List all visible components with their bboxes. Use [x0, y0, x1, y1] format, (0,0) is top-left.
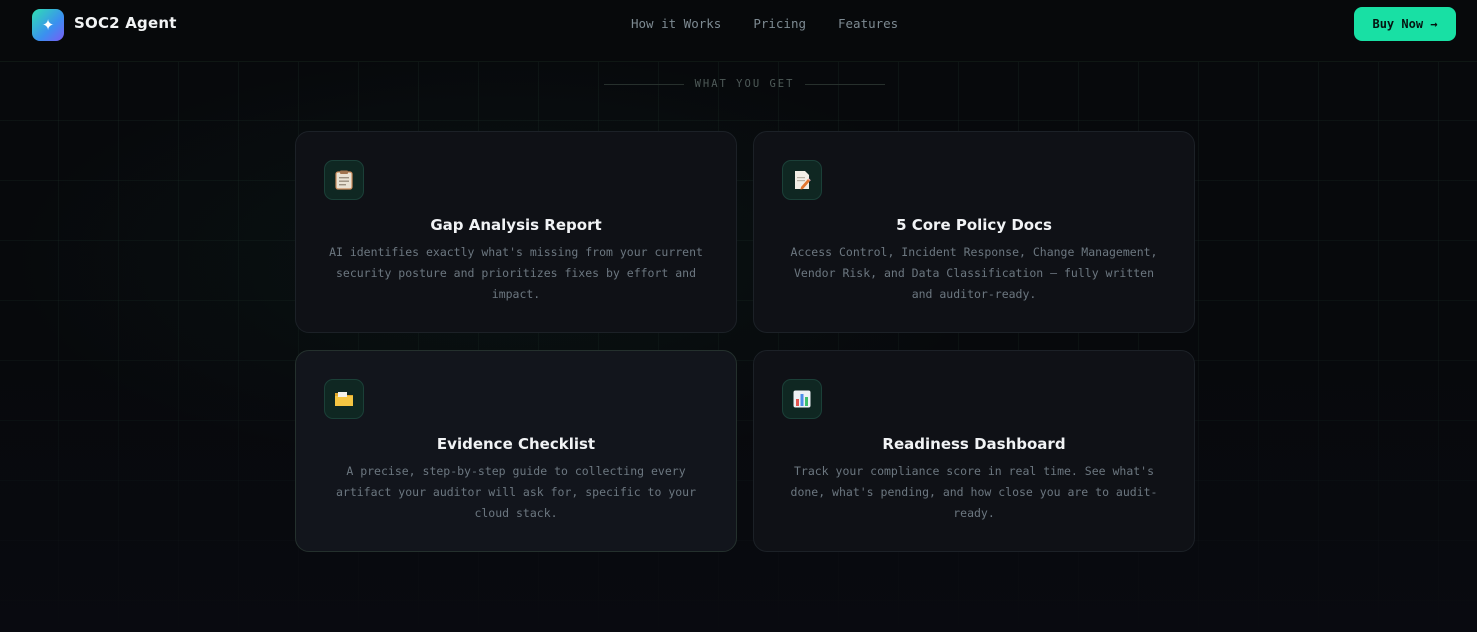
brand-name[interactable]: SOC2 Agent [74, 14, 177, 32]
nav-how-it-works[interactable]: How it Works [631, 16, 721, 31]
card-description: Access Control, Incident Response, Chang… [790, 245, 1158, 301]
card-description: Track your compliance score in real time… [790, 464, 1158, 520]
card-description: A precise, step-by-step guide to collect… [335, 464, 697, 520]
nav-features[interactable]: Features [838, 16, 898, 31]
section-label: WHAT YOU GET [694, 78, 795, 90]
card-evidence-checklist: Evidence Checklist A precise, step-by-st… [295, 350, 737, 552]
card-title: Evidence Checklist [436, 435, 596, 453]
divider-right [805, 83, 886, 85]
main-nav: How it Works Pricing Features [631, 16, 898, 31]
folder-icon [324, 379, 364, 419]
logo-icon[interactable]: ✦ [32, 9, 64, 41]
background-fade [0, 62, 1477, 632]
top-nav-bar: ✦ SOC2 Agent How it Works Pricing Featur… [0, 0, 1477, 62]
card-readiness-dashboard: Readiness Dashboard Track your complianc… [753, 350, 1195, 552]
nav-pricing[interactable]: Pricing [753, 16, 806, 31]
buy-now-button[interactable]: Buy Now → [1354, 7, 1456, 41]
memo-icon [782, 160, 822, 200]
section-heading: WHAT YOU GET [604, 77, 886, 91]
card-title: Gap Analysis Report [430, 216, 602, 234]
divider-left [604, 83, 684, 85]
clipboard-icon [324, 160, 364, 200]
bar-chart-icon [782, 379, 822, 419]
card-title: 5 Core Policy Docs [896, 216, 1052, 234]
card-gap-analysis: Gap Analysis Report AI identifies exactl… [295, 131, 737, 333]
card-policy-docs: 5 Core Policy Docs Access Control, Incid… [753, 131, 1195, 333]
card-title: Readiness Dashboard [882, 435, 1066, 453]
card-description: AI identifies exactly what's missing fro… [329, 245, 703, 301]
